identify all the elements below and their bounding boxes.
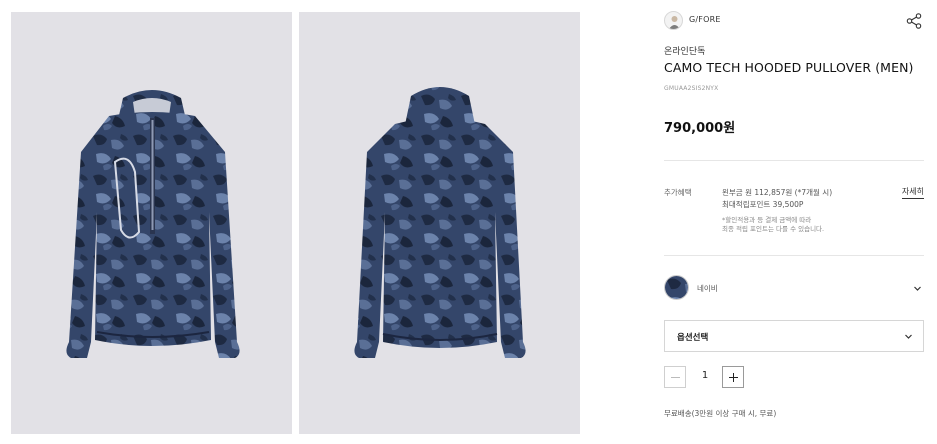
divider xyxy=(664,255,924,256)
benefits-detail-link[interactable]: 자세히 xyxy=(901,186,924,199)
quantity-value[interactable]: 1 xyxy=(694,370,716,381)
quantity-decrease-button[interactable] xyxy=(664,366,686,388)
brand-name[interactable]: G/FORE xyxy=(689,15,721,24)
points-line: 최대적립포인트 39,500P xyxy=(722,200,804,209)
online-exclusive-badge: 온라인단독 xyxy=(664,47,706,57)
product-code: GMUAA2SIS2NYX xyxy=(664,85,719,92)
share-icon[interactable] xyxy=(906,13,922,29)
benefits-text: 왼부금 원 112,857원 (*7개월 시) 최대적립포인트 39,500P xyxy=(722,187,832,211)
benefits-note: *할인적용과 등 결제 금액에 따라 최종 적립 포인트는 다를 수 있습니다. xyxy=(722,216,824,234)
color-swatch[interactable] xyxy=(664,275,689,300)
chevron-down-icon xyxy=(905,334,912,339)
divider xyxy=(664,160,924,161)
installment-line: 왼부금 원 112,857원 (*7개월 시) xyxy=(722,188,833,197)
brand-logo-icon[interactable] xyxy=(664,11,683,30)
color-name: 네이비 xyxy=(697,284,718,293)
option-select-label: 옵션선택 xyxy=(677,333,709,343)
jacket-front-illustration xyxy=(66,90,240,358)
product-image-front[interactable] xyxy=(11,12,292,434)
product-info-panel: G/FORE 온라인단독 CAMO TECH HOODED PULLOVER (… xyxy=(664,0,924,444)
chevron-down-icon[interactable] xyxy=(913,284,922,293)
brand-row: G/FORE xyxy=(664,11,924,33)
color-option-row[interactable]: 네이비 xyxy=(664,273,924,303)
note-line-1: *할인적용과 등 결제 금액에 따라 xyxy=(722,216,812,224)
benefits-label: 추가혜택 xyxy=(664,188,692,197)
option-select[interactable]: 옵션선택 xyxy=(664,320,924,352)
product-title: CAMO TECH HOODED PULLOVER (MEN) xyxy=(664,60,914,75)
note-line-2: 최종 적립 포인트는 다를 수 있습니다. xyxy=(722,225,825,233)
product-image-back[interactable] xyxy=(299,12,580,434)
shipping-info: 무료배송(3만원 이상 구매 시, 무료) xyxy=(664,409,777,418)
product-price: 790,000원 xyxy=(664,121,736,136)
jacket-back-illustration xyxy=(354,87,526,358)
quantity-increase-button[interactable] xyxy=(722,366,744,388)
